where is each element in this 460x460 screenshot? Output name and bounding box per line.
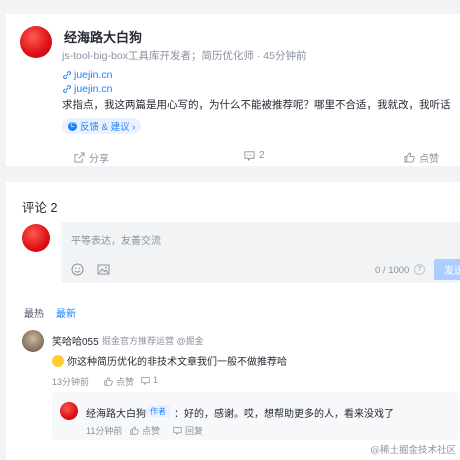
comment-time-text: 13分钟前 — [52, 377, 90, 387]
post-card: 经海路大白狗 js-tool-big-box工具库开发者；简历优化师 · 45分… — [6, 14, 460, 166]
like-label: 点赞 — [419, 154, 439, 165]
link-icon — [63, 85, 71, 93]
comment-count: 2 — [259, 150, 265, 161]
image-icon[interactable] — [97, 263, 110, 276]
reply-text: ：好的，感谢。哎，想帮助更多的人，看来没戏了 — [174, 409, 394, 420]
post-link-2[interactable]: juejin.cn — [62, 83, 113, 95]
author-badge: 作者 — [146, 405, 170, 417]
commenter-avatar[interactable] — [22, 330, 44, 352]
reply-avatar[interactable] — [60, 402, 78, 420]
comment-time: 13分钟前 — [52, 375, 89, 388]
watermark: @稀土掘金技术社区 — [370, 445, 456, 456]
comment-icon — [141, 376, 150, 385]
comment-text-content: 你这种简历优化的非技术文章我们一般不做推荐哈 — [67, 357, 287, 368]
post-link-1[interactable]: juejin.cn — [62, 69, 113, 81]
commenter-name[interactable]: 笑哈哈055 — [52, 333, 99, 348]
thumbs-up-icon — [404, 152, 415, 163]
comment-like-button[interactable]: 点赞 — [104, 375, 134, 388]
reply-reply-button[interactable]: 回复 — [173, 424, 203, 437]
help-icon[interactable]: ? — [414, 264, 425, 275]
comments-section: 评论 2 平等表达，友善交流 0 / 1000 ? 发送 最热 最新 笑哈哈05… — [6, 182, 460, 460]
sort-tabs: 最热 最新 — [24, 305, 76, 320]
thumbs-up-icon — [130, 426, 139, 435]
reply-like-label: 点赞 — [142, 426, 161, 436]
sort-tab-latest[interactable]: 最新 — [56, 305, 76, 320]
char-counter: 0 / 1000 — [375, 265, 410, 276]
reply-author-name[interactable]: 经海路大白狗 — [86, 405, 146, 420]
reply-time: 11分钟前 — [86, 424, 122, 437]
share-icon — [74, 152, 85, 163]
emoji-icon[interactable] — [71, 263, 84, 276]
sort-tab-hot[interactable]: 最热 — [24, 305, 44, 320]
comment-input[interactable]: 平等表达，友善交流 — [71, 232, 161, 247]
comment-icon — [244, 151, 255, 161]
comment-button[interactable]: 2 — [244, 150, 265, 161]
feedback-button[interactable]: C 反馈 & 建议 › — [62, 118, 142, 134]
comment-text: 你这种简历优化的非技术文章我们一般不做推荐哈 — [52, 353, 287, 368]
comments-title: 评论 2 — [22, 201, 58, 215]
feedback-icon: C — [68, 121, 77, 131]
comment-reply-button[interactable]: 1 — [141, 375, 158, 385]
link-icon — [63, 71, 71, 79]
author-subtitle: js-tool-big-box工具库开发者；简历优化师 · 45分钟前 — [62, 50, 307, 62]
comment-composer[interactable]: 平等表达，友善交流 0 / 1000 ? 发送 — [61, 222, 460, 283]
reply-time-text: 11分钟前 — [86, 426, 123, 436]
post-link-1-text[interactable]: juejin.cn — [74, 69, 113, 81]
reply-like-button[interactable]: 点赞 — [130, 424, 160, 437]
like-button[interactable]: 点赞 — [404, 150, 439, 165]
comment-like-label: 点赞 — [116, 377, 135, 387]
author-avatar[interactable] — [20, 26, 52, 58]
comment-reply-count: 1 — [153, 375, 159, 385]
laugh-emoji-icon — [52, 354, 64, 367]
reply-reply-label: 回复 — [185, 426, 204, 436]
share-button[interactable]: 分享 — [74, 150, 109, 165]
author-name[interactable]: 经海路大白狗 — [64, 27, 142, 46]
commenter-meta: 掘金官方推荐运营 @掘金 — [102, 336, 204, 346]
send-button[interactable]: 发送 — [434, 259, 460, 280]
current-user-avatar — [22, 224, 50, 252]
feedback-label: 反馈 & 建议 › — [80, 122, 136, 133]
post-content: 求指点，我这两篇是用心写的，为什么不能被推荐呢？哪里不合适，我就改，我听话 — [62, 99, 451, 111]
share-label: 分享 — [89, 154, 109, 165]
post-link-2-text[interactable]: juejin.cn — [74, 83, 113, 95]
reply-item: 经海路大白狗 作者 ：好的，感谢。哎，想帮助更多的人，看来没戏了 11分钟前 点… — [52, 392, 460, 440]
thumbs-up-icon — [104, 377, 113, 386]
comment-icon — [173, 427, 182, 435]
